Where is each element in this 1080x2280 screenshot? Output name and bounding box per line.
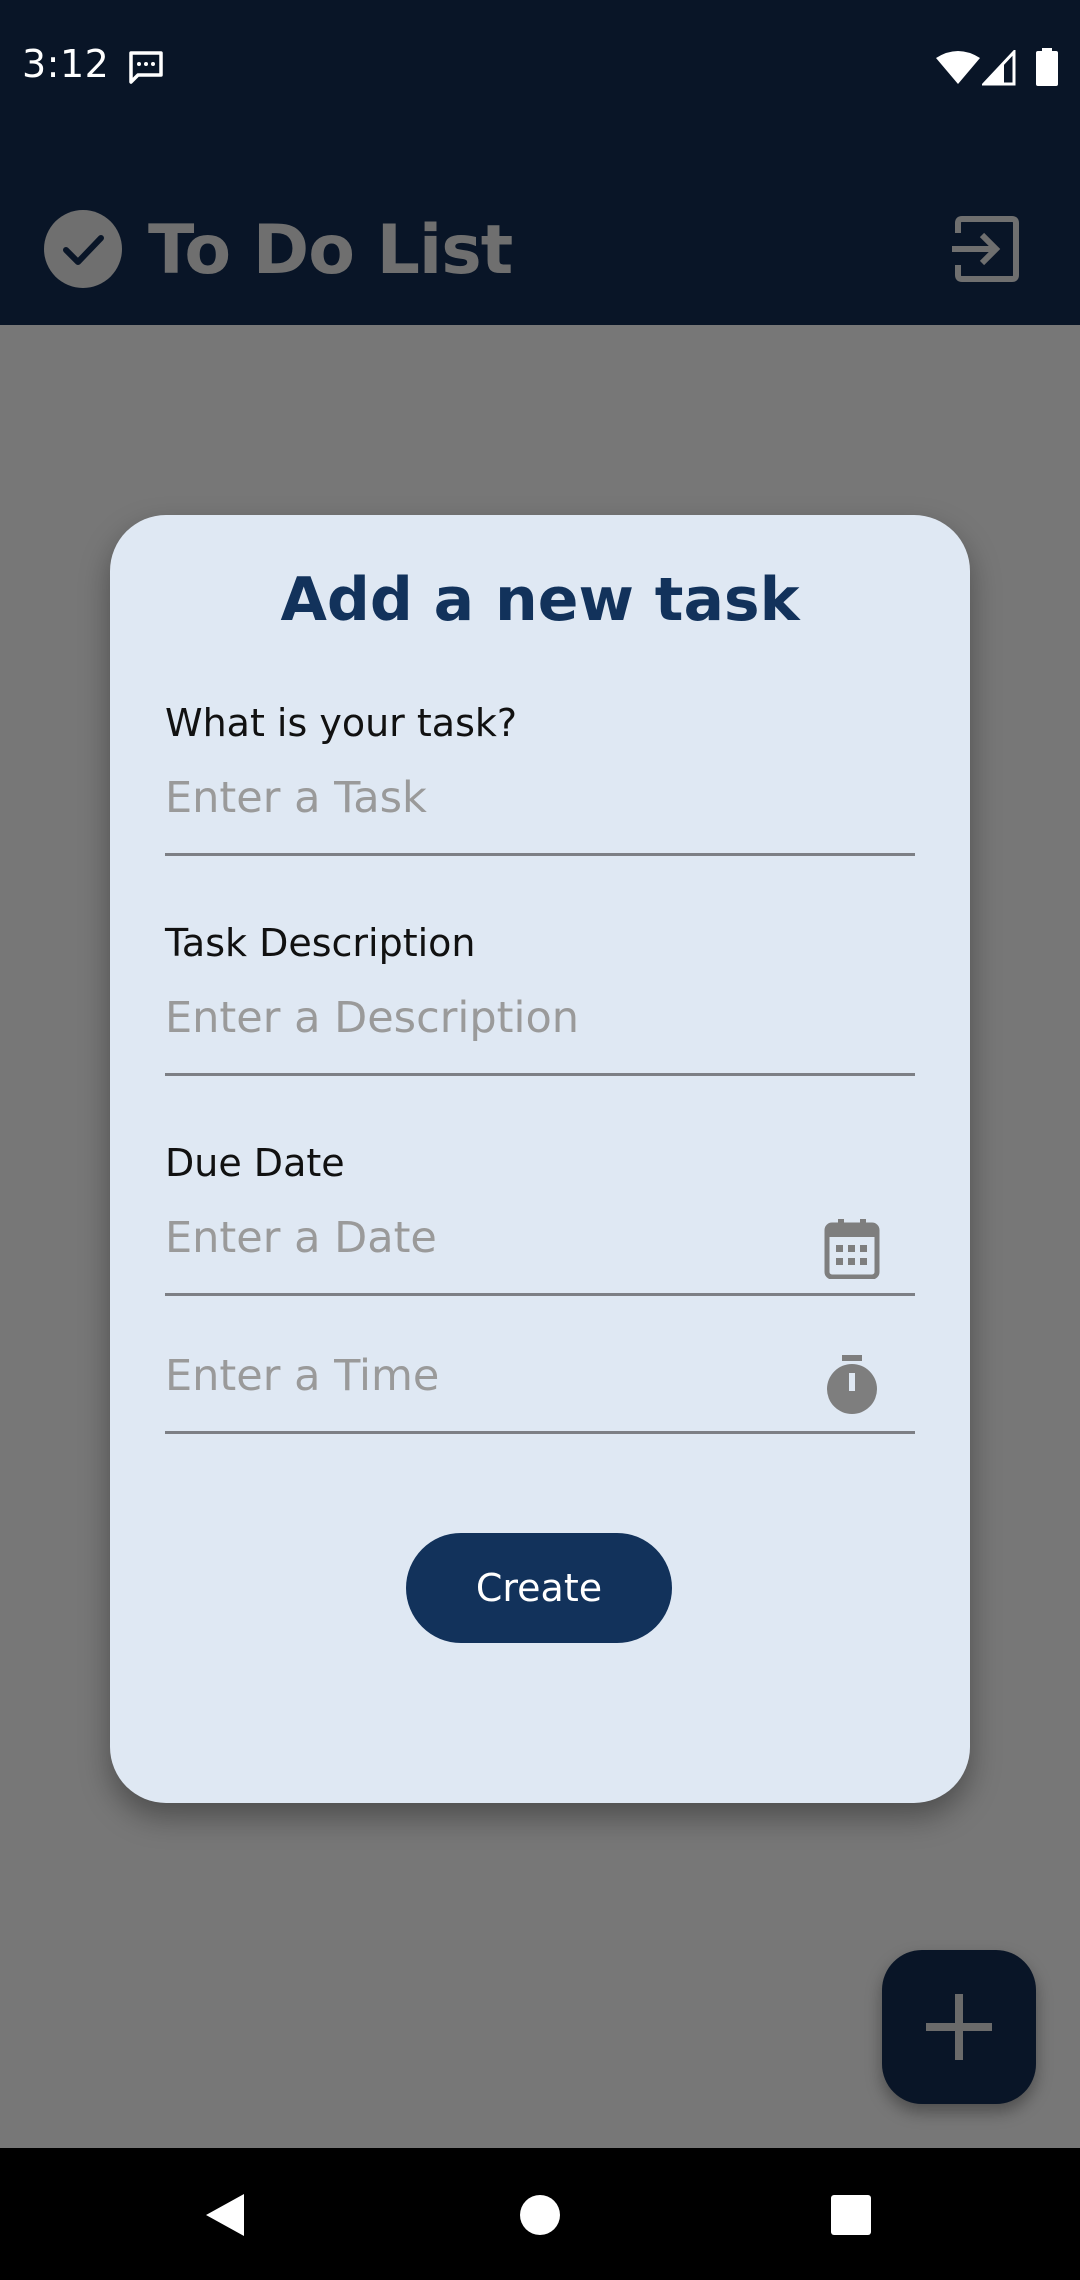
task-label: What is your task?: [165, 701, 518, 745]
back-icon[interactable]: [204, 2192, 246, 2238]
signal-icon: [982, 50, 1016, 86]
timer-icon[interactable]: [824, 1355, 880, 1415]
wifi-icon: [936, 51, 980, 84]
add-task-dialog: Add a new task What is your task? Task D…: [110, 515, 970, 1803]
recents-icon[interactable]: [830, 2194, 872, 2236]
due-date-label: Due Date: [165, 1141, 345, 1185]
time-input[interactable]: [165, 1342, 915, 1434]
message-notification-icon: [129, 51, 163, 84]
status-bar: 3:12: [0, 0, 1080, 135]
app-title: To Do List: [148, 211, 513, 290]
description-label: Task Description: [165, 921, 476, 965]
date-input[interactable]: [165, 1204, 915, 1296]
create-button[interactable]: Create: [406, 1533, 672, 1643]
status-time: 3:12: [22, 42, 110, 86]
task-input[interactable]: [165, 764, 915, 856]
app-bar: To Do List: [0, 135, 1080, 325]
logout-icon[interactable]: [950, 213, 1022, 285]
add-task-fab[interactable]: [882, 1950, 1036, 2104]
plus-icon: [926, 1994, 992, 2060]
check-circle-icon: [44, 210, 122, 288]
system-nav-bar: [0, 2148, 1080, 2280]
calendar-icon[interactable]: [824, 1219, 880, 1279]
home-icon[interactable]: [519, 2194, 561, 2236]
dialog-title: Add a new task: [280, 565, 800, 635]
description-input[interactable]: [165, 984, 915, 1076]
battery-icon: [1036, 48, 1058, 86]
